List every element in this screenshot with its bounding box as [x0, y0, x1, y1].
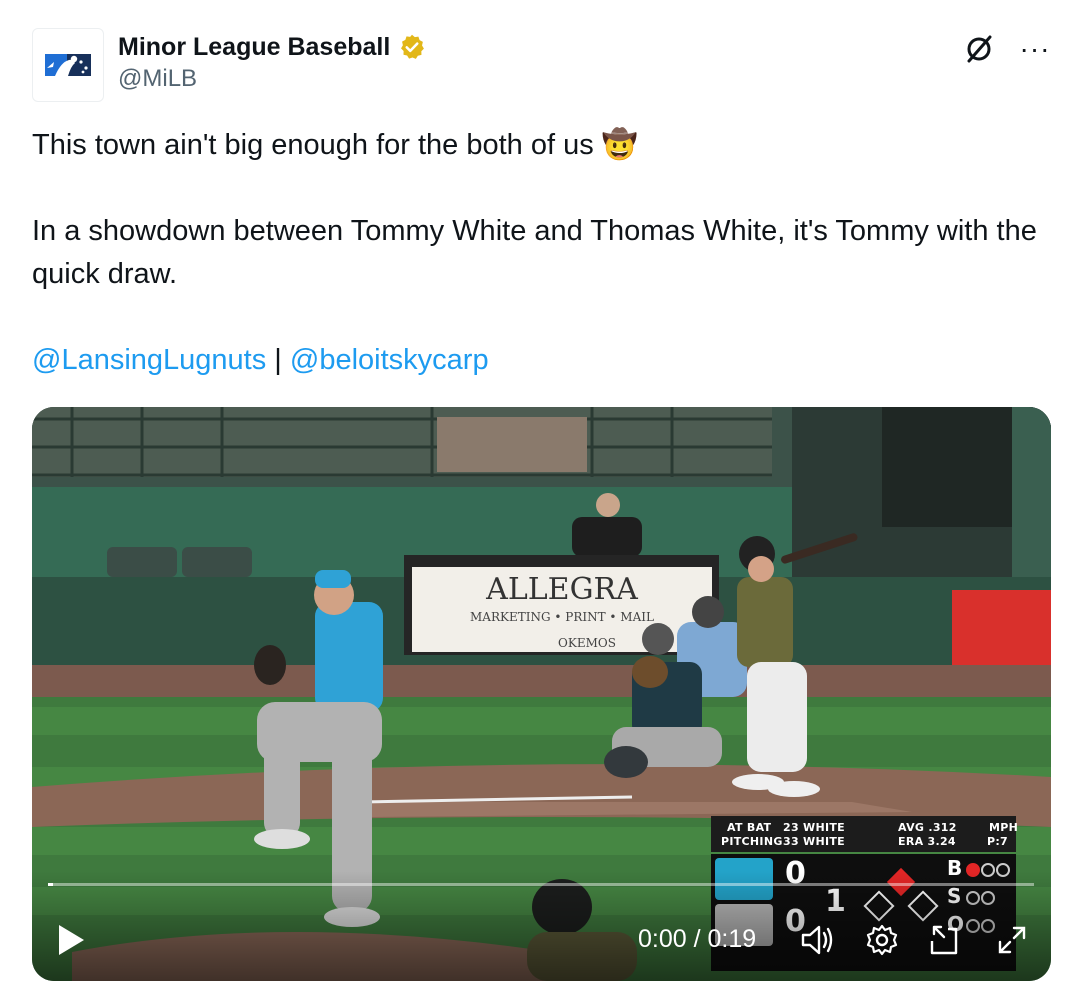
- progress-bar[interactable]: [48, 883, 1034, 886]
- fullscreen-button[interactable]: [995, 923, 1029, 962]
- display-name-text[interactable]: Minor League Baseball: [118, 30, 390, 64]
- play-icon: [59, 925, 84, 955]
- banner-subtitle: MARKETING • PRINT • MAIL: [470, 610, 654, 624]
- mention-separator: |: [266, 344, 290, 376]
- picture-in-picture-icon: [930, 925, 958, 955]
- settings-button[interactable]: [865, 923, 899, 962]
- pitch-count: P:7: [987, 835, 1009, 848]
- batter-name: 23 WHITE: [783, 821, 845, 834]
- verified-badge-icon: [401, 34, 425, 59]
- pip-button[interactable]: [928, 923, 962, 962]
- video-player[interactable]: ALLEGRA MARKETING • PRINT • MAIL OKEMOS: [32, 407, 1051, 981]
- milb-logo-icon: [43, 53, 93, 77]
- tweet-text: This town ain't big enough for the both …: [32, 124, 1042, 382]
- display-name[interactable]: Minor League Baseball: [118, 30, 426, 64]
- avatar[interactable]: [32, 28, 104, 102]
- banner-title: ALLEGRA: [485, 572, 638, 607]
- account-names: Minor League Baseball @MiLB: [118, 30, 426, 94]
- volume-button[interactable]: [800, 923, 836, 962]
- mph-label: MPH: [989, 821, 1019, 834]
- tweet-header: Minor League Baseball @MiLB ···: [32, 28, 1052, 102]
- fullscreen-icon: [998, 926, 1026, 954]
- tweet-line-1: This town ain't big enough for the both …: [32, 129, 638, 161]
- at-bat-label: AT BAT: [727, 821, 772, 834]
- grok-button[interactable]: [962, 32, 996, 66]
- banner-city: OKEMOS: [558, 636, 616, 650]
- tweet-mentions: @LansingLugnuts | @beloitskycarp: [32, 339, 1042, 382]
- more-icon: ···: [1019, 33, 1051, 64]
- mention-lansing-lugnuts[interactable]: @LansingLugnuts: [32, 344, 266, 376]
- pitcher-era: ERA 3.24: [898, 835, 956, 848]
- handle[interactable]: @MiLB: [118, 64, 426, 94]
- pitcher-name: 33 WHITE: [783, 835, 845, 848]
- volume-icon: [801, 925, 833, 955]
- tweet-line-2: In a showdown between Tommy White and Th…: [32, 215, 1037, 290]
- slash-circle-icon: [967, 35, 992, 63]
- mention-beloit-skycarp[interactable]: @beloitskycarp: [290, 344, 489, 376]
- more-options-button[interactable]: ···: [1018, 32, 1052, 66]
- batter-avg: AVG .312: [898, 821, 957, 834]
- header-actions: ···: [962, 32, 1052, 66]
- progress-fill: [48, 883, 53, 886]
- video-time: 0:00 / 0:19: [638, 925, 757, 953]
- gear-icon: [866, 924, 898, 956]
- scorebug-header: AT BAT PITCHING 23 WHITE 33 WHITE AVG .3…: [711, 816, 1019, 852]
- play-button[interactable]: [56, 923, 86, 962]
- pitching-label: PITCHING: [721, 835, 783, 848]
